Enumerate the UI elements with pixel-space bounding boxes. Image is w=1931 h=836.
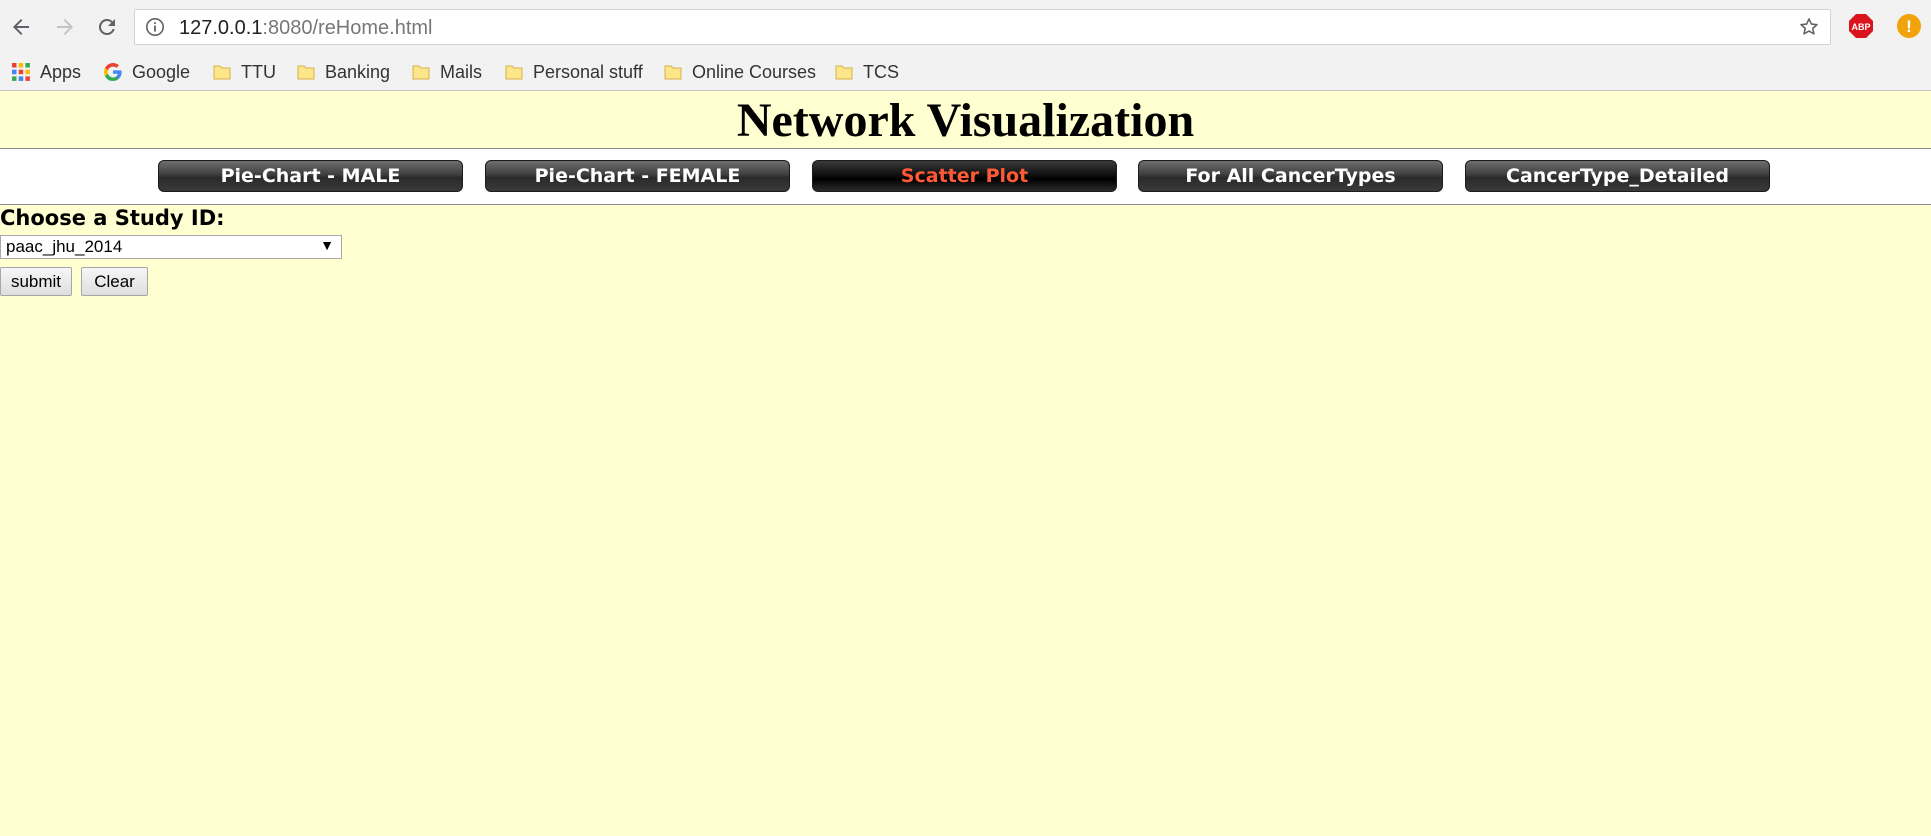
bookmark-label: Banking [325,61,391,82]
forward-arrow-icon [57,19,73,35]
adblock-extension-icon[interactable]: ABP [1848,13,1874,44]
divider [0,204,1931,205]
tab-pie-chart-female[interactable]: Pie-Chart - FEMALE [485,160,790,192]
bookmark-label: Google [132,61,191,82]
site-info-icon[interactable] [145,17,165,42]
back-button[interactable] [6,12,36,42]
bookmarks-bar: Apps Google TTU Banking Mails Personal s… [0,54,1931,91]
bookmark-label: Personal stuff [533,61,643,82]
url-host: 127.0.0.1 [179,17,263,39]
bookmark-label: Online Courses [692,61,817,82]
bookmark-label: TCS [863,61,899,82]
reload-button[interactable] [92,12,122,42]
study-id-selected-value: paac_jhu_2014 [6,237,123,256]
address-bar[interactable]: 127.0.0.1:8080/reHome.html [134,9,1831,45]
study-id-label: Choose a Study ID: [0,206,225,230]
tab-cancer-type-detailed[interactable]: CancerType_Detailed [1465,160,1770,192]
folder-icon [411,62,431,82]
dropdown-arrow-icon: ▼ [320,237,334,253]
bookmark-label: Apps [40,61,82,82]
alert-extension-icon[interactable]: ! [1896,13,1922,44]
bookmark-star-icon[interactable] [1798,16,1820,43]
google-icon [103,62,123,82]
page-title: Network Visualization [736,94,1195,147]
folder-icon [504,62,524,82]
bookmark-label: TTU [241,61,276,82]
bookmark-banking[interactable]: Banking [296,58,390,86]
chart-nav-bar: Pie-Chart - MALE Pie-Chart - FEMALE Scat… [0,149,1931,204]
alert-label: ! [1906,17,1912,36]
clear-button[interactable]: Clear [81,267,148,296]
tab-scatter-plot[interactable]: Scatter Plot [812,160,1117,192]
forward-button[interactable] [50,12,80,42]
folder-icon [296,62,316,82]
bookmark-tcs[interactable]: TCS [834,58,899,86]
tab-pie-chart-male[interactable]: Pie-Chart - MALE [158,160,463,192]
bookmark-label: Mails [440,61,483,82]
bookmark-mails[interactable]: Mails [411,58,482,86]
bookmark-ttu[interactable]: TTU [212,58,276,86]
bookmark-apps[interactable]: Apps [11,58,81,86]
apps-grid-icon [11,62,31,82]
bookmark-google[interactable]: Google [103,58,190,86]
submit-button[interactable]: submit [0,267,72,296]
browser-toolbar: 127.0.0.1:8080/reHome.html ABP ! [0,0,1931,54]
folder-icon [834,62,854,82]
back-arrow-icon [13,19,29,35]
url-path: :8080/reHome.html [262,17,433,39]
adblock-label: ABP [1851,22,1870,32]
bookmark-personal-stuff[interactable]: Personal stuff [504,58,643,86]
tab-all-cancer-types[interactable]: For All CancerTypes [1138,160,1443,192]
folder-icon [212,62,232,82]
reload-icon [98,18,115,35]
bookmark-online-courses[interactable]: Online Courses [663,58,816,86]
folder-icon [663,62,683,82]
url-text: 127.0.0.1:8080/reHome.html [179,17,433,40]
study-id-select[interactable]: paac_jhu_2014 ▼ [0,235,342,259]
